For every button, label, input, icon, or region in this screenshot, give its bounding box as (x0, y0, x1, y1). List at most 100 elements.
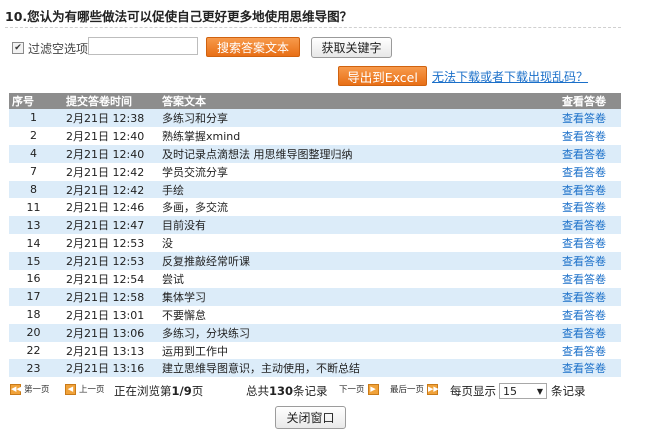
check-icon: ✔ (14, 42, 22, 53)
view-answer-link[interactable]: 查看答卷 (562, 237, 606, 250)
row-submit-time: 2月21日 13:13 (58, 341, 162, 360)
table-row: 15 2月21日 12:53 反复推敲经常听课 查看答卷 (9, 252, 621, 271)
table-row: 4 2月21日 12:40 及时记录点滴想法 用思维导图整理归纳 查看答卷 (9, 144, 621, 163)
row-answer-text: 熟练掌握xmind (162, 126, 562, 145)
view-answer-link[interactable]: 查看答卷 (562, 148, 606, 161)
get-keyword-button[interactable]: 获取关键字 (311, 37, 392, 58)
row-answer-text: 没 (162, 234, 562, 253)
view-answer-link[interactable]: 查看答卷 (562, 201, 606, 214)
view-answer-link[interactable]: 查看答卷 (562, 184, 606, 197)
row-view-cell: 查看答卷 (562, 341, 621, 360)
table-row: 16 2月21日 12:54 尝试 查看答卷 (9, 270, 621, 288)
row-view-cell: 查看答卷 (562, 252, 621, 271)
row-submit-time: 2月21日 13:06 (58, 323, 162, 342)
row-no: 14 (9, 234, 58, 253)
last-page-button[interactable]: 最后一页 ▶▶ (390, 383, 439, 395)
filter-checkbox[interactable]: ✔ (12, 42, 24, 54)
export-excel-button[interactable]: 导出到Excel (338, 66, 427, 86)
row-submit-time: 2月21日 12:40 (58, 126, 162, 145)
table-header-row: 序号 提交答卷时间 答案文本 查看答卷 (9, 93, 621, 109)
total-records: 总共130条记录 (246, 384, 328, 398)
row-no: 13 (9, 216, 58, 235)
row-submit-time: 2月21日 13:16 (58, 359, 162, 378)
question-divider (5, 27, 621, 28)
question-title: 10.您认为有哪些做法可以促使自己更好更多地使用思维导图？ (5, 9, 353, 24)
filter-checkbox-label: 过滤空选项 (28, 41, 89, 56)
row-view-cell: 查看答卷 (562, 180, 621, 199)
row-submit-time: 2月21日 12:54 (58, 270, 162, 288)
row-submit-time: 2月21日 12:38 (58, 109, 162, 127)
first-page-button[interactable]: ◀◀ 第一页 (10, 383, 50, 395)
prev-page-button[interactable]: ◀ 上一页 (65, 383, 105, 395)
row-no: 7 (9, 162, 58, 181)
row-submit-time: 2月21日 12:53 (58, 252, 162, 271)
row-no: 17 (9, 287, 58, 306)
row-no: 16 (9, 270, 58, 288)
table-row: 22 2月21日 13:13 运用到工作中 查看答卷 (9, 341, 621, 360)
row-view-cell: 查看答卷 (562, 305, 621, 324)
row-view-cell: 查看答卷 (562, 198, 621, 217)
row-no: 8 (9, 180, 58, 199)
row-no: 18 (9, 305, 58, 324)
row-view-cell: 查看答卷 (562, 109, 621, 127)
row-answer-text: 集体学习 (162, 287, 562, 306)
row-answer-text: 多练习，分块练习 (162, 323, 562, 342)
row-submit-time: 2月21日 12:42 (58, 180, 162, 199)
view-answer-link[interactable]: 查看答卷 (562, 345, 606, 358)
view-answer-link[interactable]: 查看答卷 (562, 291, 606, 304)
row-view-cell: 查看答卷 (562, 287, 621, 306)
view-answer-link[interactable]: 查看答卷 (562, 362, 606, 375)
header-view-answer: 查看答卷 (562, 93, 621, 109)
table-row: 7 2月21日 12:42 学员交流分享 查看答卷 (9, 162, 621, 181)
row-view-cell: 查看答卷 (562, 162, 621, 181)
row-answer-text: 目前没有 (162, 216, 562, 235)
next-page-label: 下一页 (339, 385, 365, 395)
row-answer-text: 及时记录点滴想法 用思维导图整理归纳 (162, 144, 562, 163)
header-no: 序号 (9, 93, 58, 109)
row-no: 1 (9, 109, 58, 127)
close-window-button[interactable]: 关闭窗口 (275, 406, 346, 429)
row-view-cell: 查看答卷 (562, 323, 621, 342)
search-answer-input[interactable] (88, 37, 198, 55)
per-page-label: 每页显示 (450, 384, 496, 398)
row-no: 4 (9, 144, 58, 163)
table-row: 17 2月21日 12:58 集体学习 查看答卷 (9, 287, 621, 306)
row-no: 23 (9, 359, 58, 378)
view-answer-link[interactable]: 查看答卷 (562, 327, 606, 340)
view-answer-link[interactable]: 查看答卷 (562, 219, 606, 232)
row-answer-text: 多画，多交流 (162, 198, 562, 217)
row-answer-text: 运用到工作中 (162, 341, 562, 360)
double-left-arrow-icon: ◀◀ (10, 383, 22, 395)
row-submit-time: 2月21日 12:53 (58, 234, 162, 253)
row-answer-text: 尝试 (162, 270, 562, 288)
search-answer-button[interactable]: 搜索答案文本 (206, 37, 300, 57)
row-view-cell: 查看答卷 (562, 144, 621, 163)
per-page-select[interactable]: 15 ▼ (499, 383, 547, 399)
table-row: 11 2月21日 12:46 多画，多交流 查看答卷 (9, 198, 621, 217)
row-answer-text: 反复推敲经常听课 (162, 252, 562, 271)
view-answer-link[interactable]: 查看答卷 (562, 309, 606, 322)
table-row: 18 2月21日 13:01 不要懈怠 查看答卷 (9, 305, 621, 324)
triangle-down-icon: ▼ (536, 386, 543, 396)
row-submit-time: 2月21日 12:47 (58, 216, 162, 235)
pagination: ◀◀ 第一页 ◀ 上一页 正在浏览第1/9页 总共130条记录 下一页 ▶ 最后一页 ▶… (10, 383, 650, 399)
view-answer-link[interactable]: 查看答卷 (562, 112, 606, 125)
table-row: 14 2月21日 12:53 没查看答卷 (9, 234, 621, 253)
row-no: 11 (9, 198, 58, 217)
filter-empty-option[interactable]: ✔ 过滤空选项 (12, 38, 88, 58)
view-answer-link[interactable]: 查看答卷 (562, 166, 606, 179)
row-view-cell: 查看答卷 (562, 126, 621, 145)
right-arrow-icon: ▶ (367, 383, 379, 395)
row-view-cell: 查看答卷 (562, 216, 621, 235)
download-garbled-link[interactable]: 无法下载或者下载出现乱码？ (432, 68, 588, 85)
table-row: 13 2月21日 12:47 目前没有 查看答卷 (9, 216, 621, 235)
view-answer-link[interactable]: 查看答卷 (562, 255, 606, 268)
row-answer-text: 手绘 (162, 180, 562, 199)
table-row: 23 2月21日 13:16 建立思维导图意识，主动使用，不断总结 查看答卷 (9, 359, 621, 378)
next-page-button[interactable]: 下一页 ▶ (339, 383, 379, 395)
view-answer-link[interactable]: 查看答卷 (562, 273, 606, 286)
row-no: 15 (9, 252, 58, 271)
view-answer-link[interactable]: 查看答卷 (562, 130, 606, 143)
row-view-cell: 查看答卷 (562, 270, 621, 288)
row-submit-time: 2月21日 12:42 (58, 162, 162, 181)
